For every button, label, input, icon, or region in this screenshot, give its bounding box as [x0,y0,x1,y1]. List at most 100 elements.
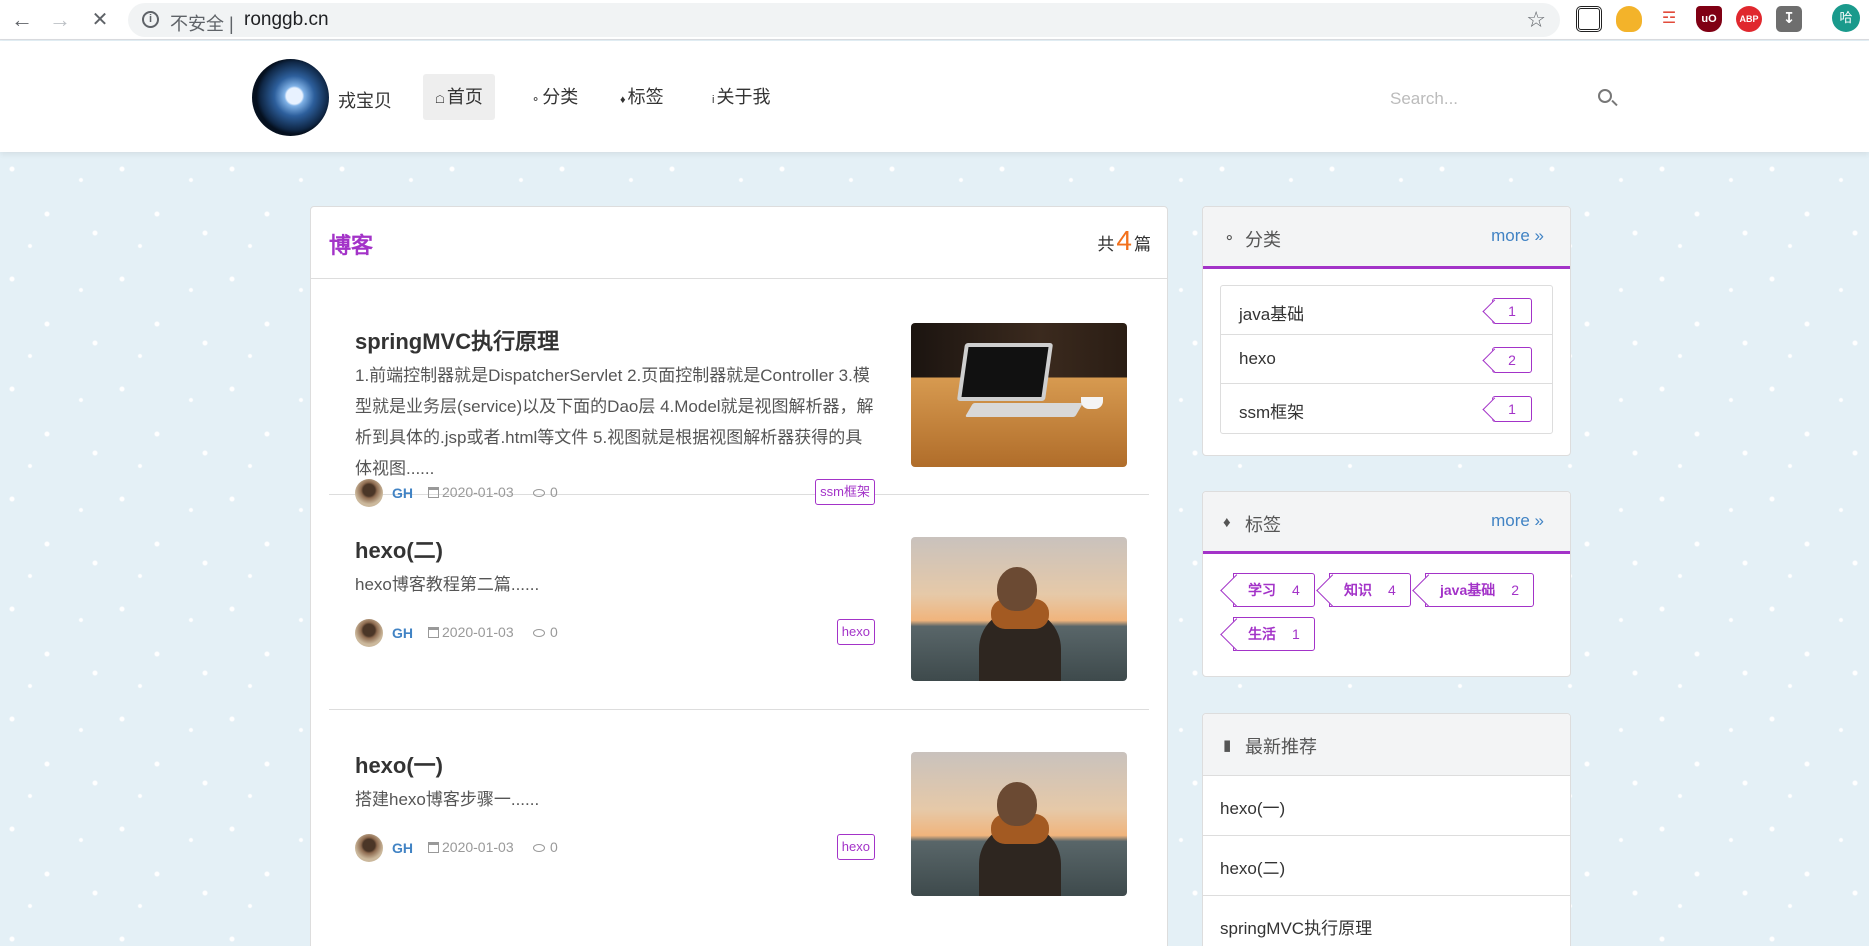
post-title[interactable]: springMVC执行原理 [355,324,559,356]
post-item: hexo(二) hexo博客教程第二篇...... GH 2020-01-03 … [329,495,1149,710]
category-count-badge: 1 [1492,396,1532,422]
recommended-item[interactable]: springMVC执行原理 [1203,896,1570,946]
tag-name: java基础 [1440,582,1495,598]
site-name[interactable]: 戎宝贝 [338,87,392,113]
post-meta: GH 2020-01-03 0 hexo [355,834,875,862]
bookmark-icon: ▮ [1223,736,1231,754]
tags-card-title: 标签 [1245,511,1281,537]
tag-label[interactable]: 生活1 [1233,617,1315,651]
laptop-base [965,403,1083,417]
address-bar[interactable]: i 不安全 | ronggb.cn ☆ [128,3,1560,37]
woman-photo[interactable] [911,537,1127,681]
calendar-icon [428,842,439,853]
back-icon[interactable]: ← [6,4,38,36]
laptop-screen [957,343,1053,401]
author-avatar[interactable] [355,619,383,647]
post-title[interactable]: hexo(一) [355,748,443,780]
tag-label[interactable]: java基础 2 [1425,573,1534,607]
page: 戎宝贝 ☖首页 ⚬分类 ♦标签 i关于我 博客 共4篇 springMVC执行原… [0,41,1869,946]
post-views-text: 0 [550,624,558,640]
profile-avatar[interactable]: 哈 [1832,4,1860,32]
tag-label[interactable]: 知识4 [1329,573,1411,607]
stop-loading-icon[interactable]: ✕ [84,4,116,36]
category-item[interactable]: java基础 1 [1221,286,1552,335]
nav-about[interactable]: i关于我 [700,74,782,120]
post-date: 2020-01-03 [428,624,514,640]
category-name: hexo [1239,349,1276,369]
categories-card-header: ⚬ 分类 more » [1203,207,1570,269]
nav-tags[interactable]: ♦标签 [608,74,676,120]
nav-tags-label: 标签 [628,87,664,107]
ublock-icon[interactable]: uO [1696,6,1722,32]
search-input[interactable] [1380,81,1580,117]
site-logo[interactable] [252,59,329,136]
url-text[interactable]: ronggb.cn [244,9,329,31]
tag-count: 4 [1388,582,1396,598]
eye-icon [533,629,545,637]
tags-more-link[interactable]: more » [1491,511,1544,531]
author-avatar[interactable] [355,834,383,862]
tags-icon: ♦ [620,94,626,106]
laptop-photo[interactable] [911,323,1127,467]
recommended-card-title: 最新推荐 [1245,733,1317,759]
nav-home-label: 首页 [447,87,483,107]
browser-toolbar: ← → ✕ i 不安全 | ronggb.cn ☆ ☲ uO ABP ↧ 哈 [0,0,1869,40]
categories-card-title: 分类 [1245,226,1281,252]
extension-icon[interactable] [1616,6,1642,32]
recommended-card: ▮ 最新推荐 hexo(一) hexo(二) springMVC执行原理 [1202,713,1571,946]
tag-name: 生活 [1248,626,1276,642]
post-item: hexo(一) 搭建hexo博客步骤一...... GH 2020-01-03 … [329,710,1149,946]
nav-categories-label: 分类 [542,87,578,107]
bookmark-star-icon[interactable]: ☆ [1526,7,1546,33]
category-list: java基础 1 hexo 2 ssm框架 1 [1220,285,1553,434]
blog-panel: 博客 共4篇 springMVC执行原理 1.前端控制器就是Dispatcher… [310,206,1168,946]
author-name[interactable]: GH [392,625,413,641]
woman-photo[interactable] [911,752,1127,896]
category-count: 2 [1508,352,1516,368]
blog-title: 博客 [329,228,373,260]
category-count-badge: 2 [1492,347,1532,373]
author-name[interactable]: GH [392,840,413,856]
category-item[interactable]: ssm框架 1 [1221,384,1552,433]
eye-icon [533,844,545,852]
download-icon[interactable]: ↧ [1776,6,1802,32]
post-date-text: 2020-01-03 [442,624,514,640]
forward-icon[interactable]: → [44,4,76,36]
coffee-cup [1081,397,1103,409]
post-tag[interactable]: hexo [837,619,875,645]
qr-code-extension-icon[interactable] [1576,6,1602,32]
adblock-plus-icon[interactable]: ABP [1736,6,1762,32]
search-box [1380,81,1620,117]
security-label: 不安全 | [170,10,234,36]
post-views: 0 [533,839,558,855]
post-views-text: 0 [550,839,558,855]
post-title[interactable]: hexo(二) [355,533,443,565]
post-excerpt: 1.前端控制器就是DispatcherServlet 2.页面控制器就是Cont… [355,360,875,484]
nav-home[interactable]: ☖首页 [423,74,495,120]
blog-header: 博客 共4篇 [311,207,1167,279]
post-date-text: 2020-01-03 [442,839,514,855]
share-extension-icon[interactable]: ☲ [1656,6,1682,32]
nav-categories[interactable]: ⚬分类 [519,74,590,120]
category-count-badge: 1 [1492,298,1532,324]
categories-more-link[interactable]: more » [1491,226,1544,246]
post-count: 共4篇 [1097,225,1151,257]
recommended-card-header: ▮ 最新推荐 [1203,714,1570,776]
recommended-item[interactable]: hexo(一) [1203,776,1570,836]
post-date: 2020-01-03 [428,839,514,855]
home-icon: ☖ [435,94,445,106]
tag-cloud: 学习4 知识4 java基础 2 生活1 [1203,554,1570,674]
tags-card-header: ♦ 标签 more » [1203,492,1570,554]
category-item[interactable]: hexo 2 [1221,335,1552,384]
tag-label[interactable]: 学习4 [1233,573,1315,607]
categories-card: ⚬ 分类 more » java基础 1 hexo 2 ssm框架 1 [1202,206,1571,456]
tags-icon: ♦ [1223,514,1231,531]
recommended-item[interactable]: hexo(二) [1203,836,1570,896]
post-count-prefix: 共 [1097,235,1114,254]
category-name: ssm框架 [1239,398,1304,423]
post-tag[interactable]: hexo [837,834,875,860]
post-excerpt: 搭建hexo博客步骤一...... [355,784,875,815]
info-icon[interactable]: i [142,11,159,28]
search-icon[interactable] [1598,89,1612,103]
tag-count: 2 [1511,582,1519,598]
